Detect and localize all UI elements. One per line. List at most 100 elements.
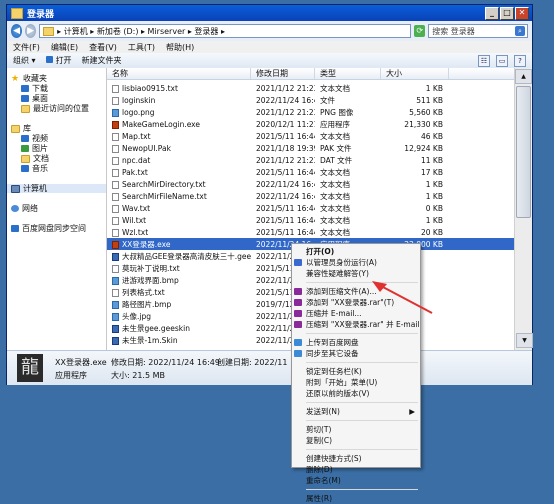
- nav-recent[interactable]: 最近访问的位置: [7, 104, 106, 113]
- search-icon[interactable]: ⌕: [515, 26, 525, 36]
- context-menu-item[interactable]: 删除(D): [292, 464, 420, 475]
- context-menu-item[interactable]: 属性(R): [292, 493, 420, 504]
- column-date[interactable]: 修改日期: [251, 68, 315, 79]
- minimize-button[interactable]: _: [485, 7, 499, 20]
- submenu-arrow-icon: ▶: [409, 407, 415, 416]
- context-menu-item[interactable]: 复制(C): [292, 435, 420, 446]
- context-menu-item[interactable]: 压缩到 "XX登录器.rar" 并 E-mail: [292, 319, 420, 330]
- context-menu-item[interactable]: 剪切(T): [292, 424, 420, 435]
- nav-network[interactable]: 网络: [7, 204, 106, 213]
- search-input[interactable]: 搜索 登录器 ⌕: [428, 24, 528, 38]
- address-bar[interactable]: ▸ 计算机 ▸ 新加卷 (D:) ▸ Mirserver ▸ 登录器 ▸: [39, 24, 412, 38]
- file-type: 文本文档: [320, 203, 350, 213]
- file-size: 17 KB: [421, 167, 443, 177]
- forward-button[interactable]: ▶: [25, 24, 37, 38]
- menu-item-label: 删除(D): [306, 465, 333, 474]
- file-name: lisbiao0915.txt: [107, 84, 251, 93]
- details-pane: 龍 XX登录器.exe 修改日期: 2022/11/24 16:49 创建日期:…: [7, 350, 532, 385]
- file-row[interactable]: npc.dat 2021/1/12 21:23 DAT 文件 11 KB: [107, 154, 516, 166]
- file-txt-icon: [112, 144, 119, 153]
- preview-pane-icon[interactable]: ▭: [496, 55, 508, 67]
- nav-music[interactable]: 音乐: [7, 164, 106, 173]
- file-row[interactable]: Pak.txt 2021/5/11 16:44 文本文档 17 KB: [107, 166, 516, 178]
- file-row[interactable]: SearchMirDirectory.txt 2022/11/24 16:49 文本…: [107, 178, 516, 190]
- close-button[interactable]: ✕: [515, 7, 529, 20]
- scroll-up-icon[interactable]: ▲: [515, 69, 532, 84]
- help-icon[interactable]: ?: [514, 55, 526, 67]
- file-row[interactable]: logo.png 2021/1/12 21:23 PNG 图像 5,560 KB: [107, 106, 516, 118]
- menu-separator: [306, 282, 418, 283]
- file-row[interactable]: NewopUI.Pak 2021/1/18 19:39 PAK 文件 12,924 K…: [107, 142, 516, 154]
- vertical-scrollbar[interactable]: ▲ ▼: [514, 68, 533, 350]
- open-button[interactable]: 打开: [45, 55, 72, 66]
- file-date: 2021/1/12 21:23: [256, 83, 315, 93]
- menu-separator: [306, 402, 418, 403]
- menu-file[interactable]: 文件(F): [13, 42, 40, 53]
- organize-button[interactable]: 组织 ▾: [13, 55, 36, 66]
- file-row[interactable]: Map.txt 2021/5/11 16:44 文本文档 46 KB: [107, 130, 516, 142]
- context-menu-item[interactable]: 以管理员身份运行(A): [292, 257, 420, 268]
- context-menu-item[interactable]: 添加到 "XX登录器.rar"(T): [292, 297, 420, 308]
- file-name-text: 进游戏界面.bmp: [122, 275, 179, 285]
- menu-item-icon: [294, 288, 302, 295]
- file-name-text: SearchMirFileName.txt: [122, 191, 207, 201]
- file-name: NewopUI.Pak: [107, 144, 251, 153]
- scroll-thumb[interactable]: [516, 86, 531, 218]
- context-menu-item[interactable]: 添加到压缩文件(A)...: [292, 286, 420, 297]
- file-name-text: MakeGameLogin.exe: [122, 119, 201, 129]
- menu-item-label: 上传到百度网盘: [306, 338, 359, 347]
- refresh-icon[interactable]: ⟳: [414, 25, 426, 37]
- maximize-button[interactable]: □: [500, 7, 514, 20]
- menu-edit[interactable]: 编辑(E): [51, 42, 78, 53]
- nav-documents[interactable]: 文档: [7, 154, 106, 163]
- menu-item-label: 创建快捷方式(S): [306, 454, 362, 463]
- context-menu-item[interactable]: 同步至其它设备: [292, 348, 420, 359]
- nav-libraries[interactable]: 库: [7, 124, 106, 133]
- file-row[interactable]: Wav.txt 2021/5/11 16:44 文本文档 0 KB: [107, 202, 516, 214]
- file-name-text: 未生景-1m.Skin: [122, 335, 178, 345]
- file-txt-icon: [112, 204, 119, 213]
- nav-videos[interactable]: 视频: [7, 134, 106, 143]
- file-type: 文本文档: [320, 191, 350, 201]
- file-row[interactable]: SearchMirFileName.txt 2022/11/24 16:49 文本文…: [107, 190, 516, 202]
- nav-computer[interactable]: 计算机: [7, 184, 106, 193]
- menu-separator: [306, 362, 418, 363]
- library-icon: [11, 124, 20, 133]
- context-menu-item[interactable]: 打开(O): [292, 246, 420, 257]
- context-menu-item[interactable]: 创建快捷方式(S): [292, 453, 420, 464]
- title-bar[interactable]: 登录器 _ □ ✕: [7, 5, 532, 21]
- column-size[interactable]: 大小: [381, 68, 449, 79]
- column-type[interactable]: 类型: [315, 68, 381, 79]
- nav-desktop[interactable]: 桌面: [7, 94, 106, 103]
- column-name[interactable]: 名称: [107, 68, 251, 79]
- scroll-down-icon[interactable]: ▼: [516, 333, 533, 348]
- back-button[interactable]: ◀: [11, 24, 23, 38]
- context-menu-item[interactable]: 锁定到任务栏(K): [292, 366, 420, 377]
- file-img-icon: [112, 276, 119, 285]
- menu-help[interactable]: 帮助(H): [166, 42, 194, 53]
- new-folder-button[interactable]: 新建文件夹: [82, 55, 122, 66]
- context-menu-item[interactable]: 重命名(M): [292, 475, 420, 486]
- nav-baidu-sync[interactable]: 百度网盘同步空间: [7, 224, 106, 233]
- file-row[interactable]: Wzl.txt 2021/5/11 16:44 文本文档 20 KB: [107, 226, 516, 238]
- file-date: 2021/1/12 21:23: [256, 107, 315, 117]
- context-menu-item[interactable]: 还原以前的版本(V): [292, 388, 420, 399]
- file-row[interactable]: Wil.txt 2021/5/11 16:44 文本文档 1 KB: [107, 214, 516, 226]
- context-menu-item[interactable]: 压缩并 E-mail...: [292, 308, 420, 319]
- file-name-text: Wil.txt: [122, 215, 147, 225]
- context-menu-item[interactable]: 发送到(N) ▶: [292, 406, 420, 417]
- view-options-icon[interactable]: ☷: [478, 55, 490, 67]
- file-row[interactable]: lisbiao0915.txt 2021/1/12 21:23 文本文档 1 KB: [107, 82, 516, 94]
- menu-tools[interactable]: 工具(T): [128, 42, 155, 53]
- menu-view[interactable]: 查看(V): [89, 42, 117, 53]
- nav-downloads[interactable]: 下载: [7, 84, 106, 93]
- context-menu-item[interactable]: 附到「开始」菜单(U): [292, 377, 420, 388]
- nav-favorites[interactable]: ★ 收藏夹: [7, 74, 106, 84]
- context-menu-item[interactable]: 上传到百度网盘: [292, 337, 420, 348]
- nav-pictures[interactable]: 图片: [7, 144, 106, 153]
- file-size: 21,330 KB: [404, 119, 443, 129]
- file-row[interactable]: loginskin 2022/11/24 16:49 文件 511 KB: [107, 94, 516, 106]
- context-menu-item[interactable]: 兼容性疑难解答(Y): [292, 268, 420, 279]
- file-row[interactable]: MakeGameLogin.exe 2020/12/1 11:21 应用程序 21,3…: [107, 118, 516, 130]
- file-type: 文本文档: [320, 83, 350, 93]
